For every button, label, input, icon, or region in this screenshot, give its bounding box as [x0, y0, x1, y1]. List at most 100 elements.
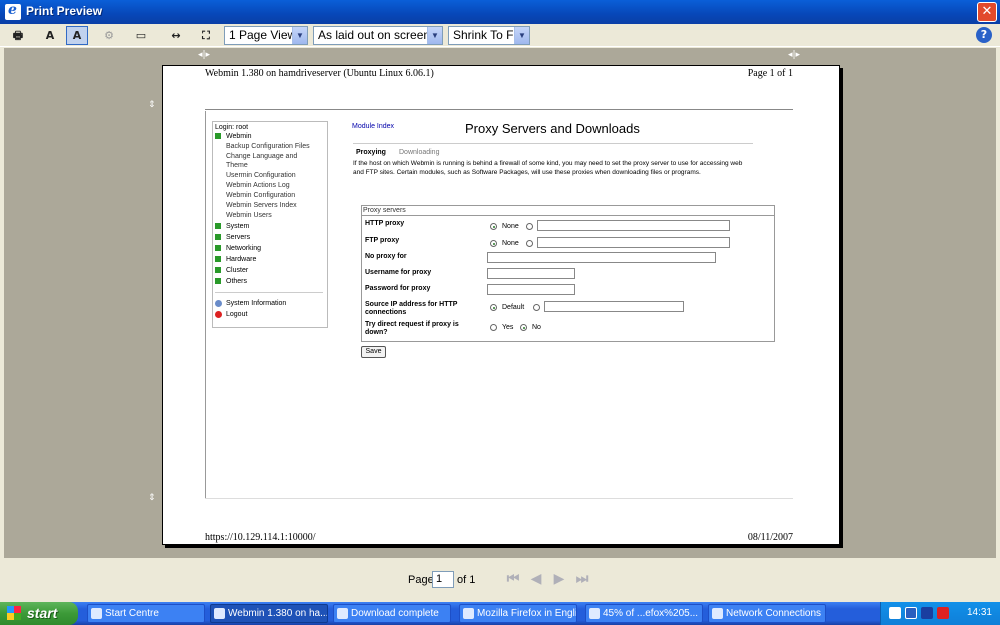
toolbar: 🖶 A A ⚙ ▭ ↔ ⛶ 1 Page View ▼ As laid out … — [0, 24, 1000, 47]
right-margin-handle-icon[interactable]: ◂|▸ — [788, 50, 800, 60]
header-divider — [205, 109, 793, 110]
webmin-category-icon — [215, 133, 221, 139]
password-input[interactable] — [487, 284, 575, 295]
ie-icon — [337, 608, 348, 619]
source-ip-default-radio[interactable] — [490, 304, 497, 311]
direct-yes-radio[interactable] — [490, 324, 497, 331]
landscape-icon[interactable]: A — [66, 26, 88, 45]
footer-divider — [205, 498, 793, 499]
page-header-right: Page 1 of 1 — [747, 68, 793, 79]
menu-actions-log[interactable]: Webmin Actions Log — [226, 182, 290, 189]
help-tray-icon[interactable] — [889, 607, 901, 619]
tab-proxying[interactable]: Proxying — [356, 149, 386, 156]
ftp-none-radio[interactable] — [490, 240, 497, 247]
language-tray-icon[interactable] — [905, 607, 917, 619]
menu-cluster[interactable]: Cluster — [226, 267, 248, 274]
start-button[interactable]: start — [0, 602, 78, 625]
system-category-icon — [215, 223, 221, 229]
page-title: Proxy Servers and Downloads — [465, 121, 640, 136]
system-tray: 14:31 — [880, 602, 1000, 625]
menu-system-information[interactable]: System Information — [226, 300, 286, 307]
left-margin-handle-icon[interactable]: ◂|▸ — [198, 50, 210, 60]
cluster-category-icon — [215, 267, 221, 273]
windows-logo-icon — [7, 606, 21, 620]
app-tray-icon[interactable] — [921, 607, 933, 619]
task-label: 45% of ...efox%205... — [603, 608, 699, 619]
help-icon[interactable]: ? — [976, 27, 992, 43]
module-index-link[interactable]: Module Index — [352, 123, 394, 130]
menu-hardware[interactable]: Hardware — [226, 256, 256, 263]
task-webmin[interactable]: Webmin 1.380 on ha... — [210, 604, 328, 623]
full-width-icon[interactable]: ↔ — [165, 26, 187, 45]
menu-system[interactable]: System — [226, 223, 249, 230]
source-ip-default-label: Default — [502, 304, 525, 311]
page-label: Page — [408, 574, 434, 586]
menu-webmin-users[interactable]: Webmin Users — [226, 212, 272, 219]
username-input[interactable] — [487, 268, 575, 279]
page-navigation: Page 1 of 1 ⏮ ◀ ▶ ⏭ — [0, 558, 1000, 602]
menu-change-language-theme[interactable]: Theme — [226, 162, 248, 169]
others-category-icon — [215, 278, 221, 284]
ftp-proxy-input[interactable] — [537, 237, 730, 248]
next-page-icon[interactable]: ▶ — [551, 571, 567, 587]
frames-select[interactable]: As laid out on screen ▼ — [313, 26, 443, 45]
task-download-progress[interactable]: 45% of ...efox%205... — [585, 604, 703, 623]
view-select-value: 1 Page View — [229, 28, 297, 42]
menu-webmin[interactable]: Webmin — [226, 133, 252, 140]
bottom-margin-handle-icon[interactable]: ⇕ — [148, 493, 156, 503]
page-number-input[interactable]: 1 — [432, 571, 454, 588]
close-button[interactable]: ✕ — [977, 2, 997, 22]
scale-select[interactable]: Shrink To Fit ▼ — [448, 26, 530, 45]
menu-networking[interactable]: Networking — [226, 245, 261, 252]
task-label: Mozilla Firefox in Engli... — [477, 608, 577, 619]
menu-others[interactable]: Others — [226, 278, 247, 285]
ftp-proxy-label: FTP proxy — [365, 237, 400, 244]
system-info-icon — [215, 300, 222, 307]
ftp-none-label: None — [502, 240, 519, 247]
menu-servers[interactable]: Servers — [226, 234, 250, 241]
menu-servers-index[interactable]: Webmin Servers Index — [226, 202, 297, 209]
ie-icon — [463, 608, 474, 619]
http-custom-radio[interactable] — [526, 223, 533, 230]
password-label: Password for proxy — [365, 285, 431, 292]
first-page-icon[interactable]: ⏮ — [505, 571, 521, 587]
source-ip-label: Source IP address for HTTP connections — [365, 301, 458, 316]
no-proxy-input[interactable] — [487, 252, 716, 263]
direct-no-label: No — [532, 324, 541, 331]
page-footer-left: https://10.129.114.1:10000/ — [205, 532, 316, 543]
task-label: Download complete — [351, 608, 439, 619]
task-firefox[interactable]: Mozilla Firefox in Engli... — [459, 604, 577, 623]
task-start-centre[interactable]: Start Centre — [87, 604, 205, 623]
menu-logout[interactable]: Logout — [226, 311, 247, 318]
direct-yes-label: Yes — [502, 324, 514, 331]
task-network-connections[interactable]: Network Connections — [708, 604, 826, 623]
ftp-custom-radio[interactable] — [526, 240, 533, 247]
menu-usermin-config[interactable]: Usermin Configuration — [226, 172, 296, 179]
page-header-left: Webmin 1.380 on hamdriveserver (Ubuntu L… — [205, 68, 434, 79]
antivirus-tray-icon[interactable] — [937, 607, 949, 619]
top-margin-handle-icon[interactable]: ⇕ — [148, 100, 156, 110]
source-ip-input[interactable] — [544, 301, 684, 312]
save-button[interactable]: Save — [361, 346, 386, 358]
prev-page-icon[interactable]: ◀ — [528, 571, 544, 587]
http-none-radio[interactable] — [490, 223, 497, 230]
network-icon — [712, 608, 723, 619]
menu-backup-config[interactable]: Backup Configuration Files — [226, 143, 310, 150]
source-ip-custom-radio[interactable] — [533, 304, 540, 311]
tab-downloading[interactable]: Downloading — [399, 149, 439, 156]
chevron-down-icon: ▼ — [514, 27, 529, 44]
menu-webmin-config[interactable]: Webmin Configuration — [226, 192, 295, 199]
http-proxy-input[interactable] — [537, 220, 730, 231]
start-label: start — [27, 605, 58, 621]
last-page-icon[interactable]: ⏭ — [574, 571, 590, 587]
task-download-complete[interactable]: Download complete — [333, 604, 451, 623]
print-icon[interactable]: 🖶 — [7, 26, 29, 45]
proxy-servers-box: Proxy servers HTTP proxy None FTP proxy … — [361, 205, 775, 342]
menu-change-language[interactable]: Change Language and — [226, 153, 297, 160]
direct-no-radio[interactable] — [520, 324, 527, 331]
full-page-icon[interactable]: ⛶ — [195, 26, 217, 45]
portrait-icon[interactable]: A — [39, 26, 61, 45]
header-footer-icon[interactable]: ▭ — [130, 26, 152, 45]
page-setup-gear-icon[interactable]: ⚙ — [98, 26, 120, 45]
view-select[interactable]: 1 Page View ▼ — [224, 26, 308, 45]
